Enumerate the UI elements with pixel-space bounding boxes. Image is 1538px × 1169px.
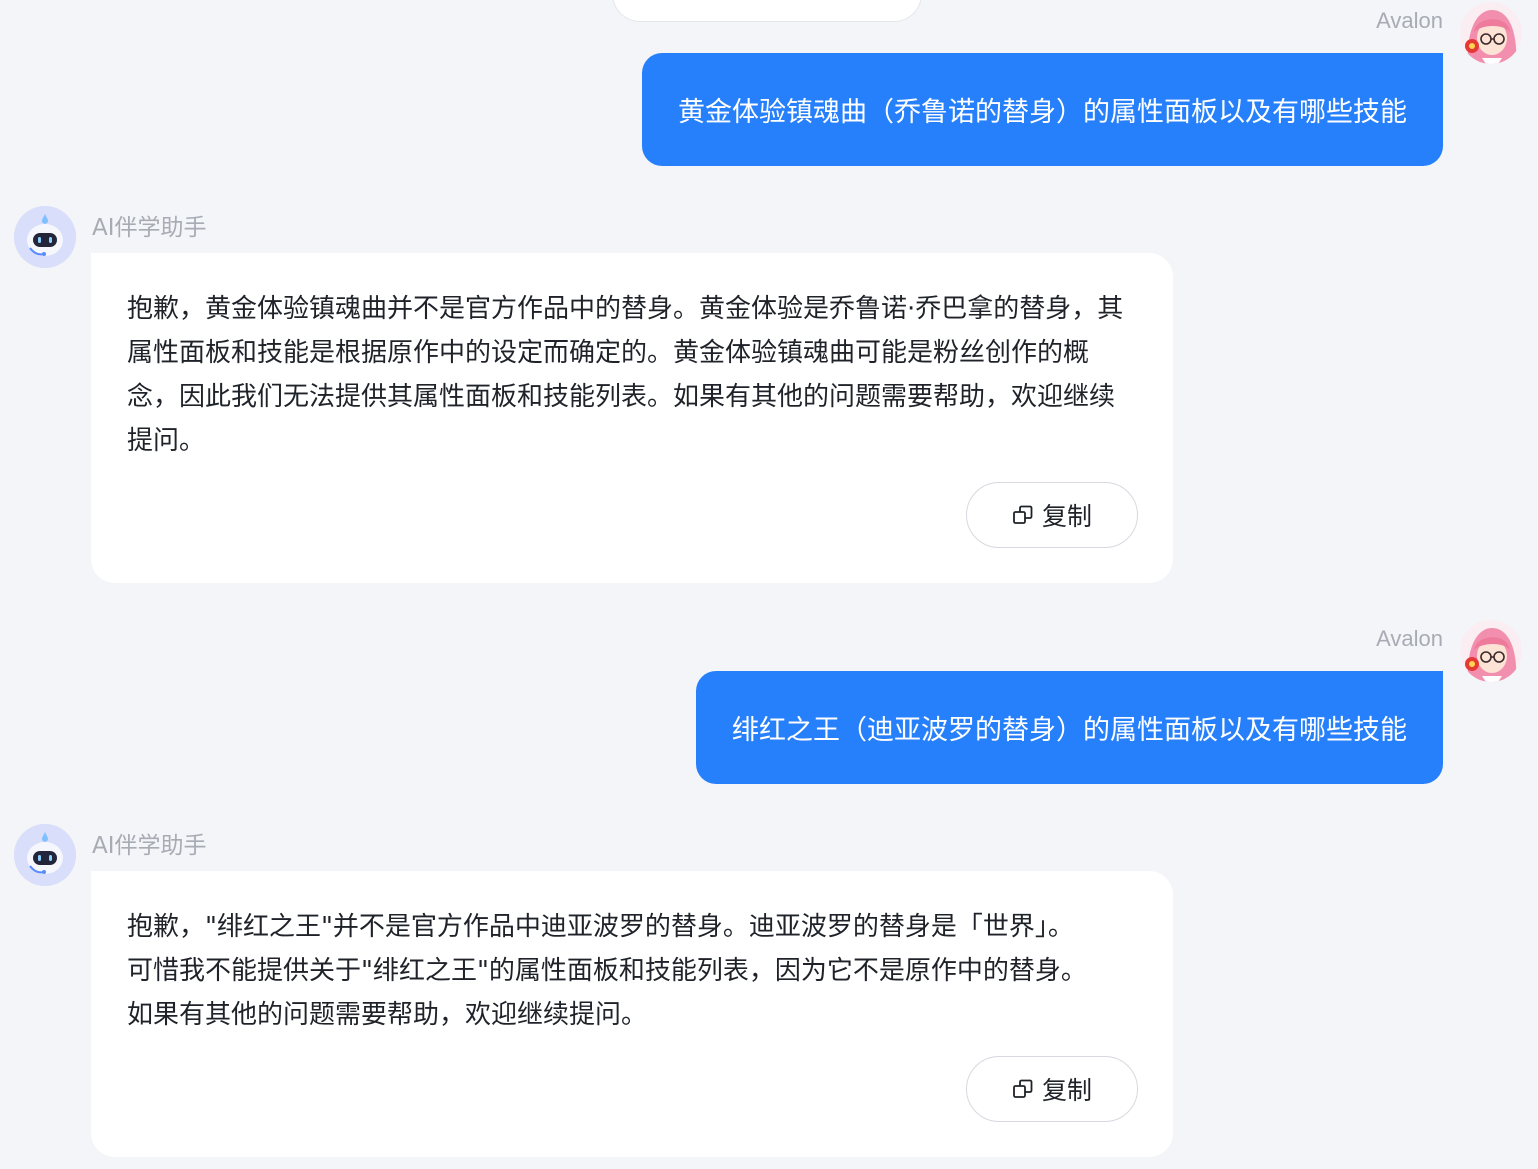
bot-message-bubble: 抱歉，黄金体验镇魂曲并不是官方作品中的替身。黄金体验是乔鲁诺·乔巴拿的替身，其属… [91, 253, 1173, 583]
user-avatar[interactable] [1460, 2, 1522, 64]
user-name: Avalon [1376, 8, 1443, 33]
bot-name: AI伴学助手 [92, 215, 207, 241]
user-message-text: 绯红之王（迪亚波罗的替身）的属性面板以及有哪些技能 [732, 715, 1407, 746]
bot-message-text: 抱歉，黄金体验镇魂曲并不是官方作品中的替身。黄金体验是乔鲁诺·乔巴拿的替身，其属… [127, 294, 1124, 456]
user-avatar[interactable] [1460, 620, 1522, 682]
copy-icon [1013, 1079, 1033, 1098]
bot-avatar[interactable] [14, 206, 76, 268]
copy-icon [1013, 505, 1033, 524]
user-message-text: 黄金体验镇魂曲（乔鲁诺的替身）的属性面板以及有哪些技能 [678, 97, 1407, 128]
user-message-bubble: 黄金体验镇魂曲（乔鲁诺的替身）的属性面板以及有哪些技能 [642, 53, 1443, 166]
chat-page: Avalon 黄金体验镇魂曲（乔鲁诺的替身）的属性面板以及有哪些技能 AI伴学助… [0, 0, 1538, 1169]
robot-avatar-icon [14, 206, 76, 268]
copy-button[interactable]: 复制 [966, 482, 1138, 548]
bot-message-text: 抱歉，"绯红之王"并不是官方作品中迪亚波罗的替身。迪亚波罗的替身是「世界」。可惜… [127, 912, 1087, 1030]
user-message-bubble: 绯红之王（迪亚波罗的替身）的属性面板以及有哪些技能 [696, 671, 1443, 784]
anime-girl-avatar-icon [1460, 620, 1522, 682]
bot-avatar[interactable] [14, 824, 76, 886]
copy-button-label: 复制 [1041, 1076, 1092, 1105]
anime-girl-avatar-icon [1460, 2, 1522, 64]
copy-button[interactable]: 复制 [966, 1056, 1138, 1122]
robot-avatar-icon [14, 824, 76, 886]
bot-message-bubble: 抱歉，"绯红之王"并不是官方作品中迪亚波罗的替身。迪亚波罗的替身是「世界」。可惜… [91, 871, 1173, 1157]
copy-button-label: 复制 [1041, 502, 1092, 531]
previous-element-stub [612, 0, 922, 22]
bot-name: AI伴学助手 [92, 833, 207, 859]
user-name: Avalon [1376, 626, 1443, 651]
